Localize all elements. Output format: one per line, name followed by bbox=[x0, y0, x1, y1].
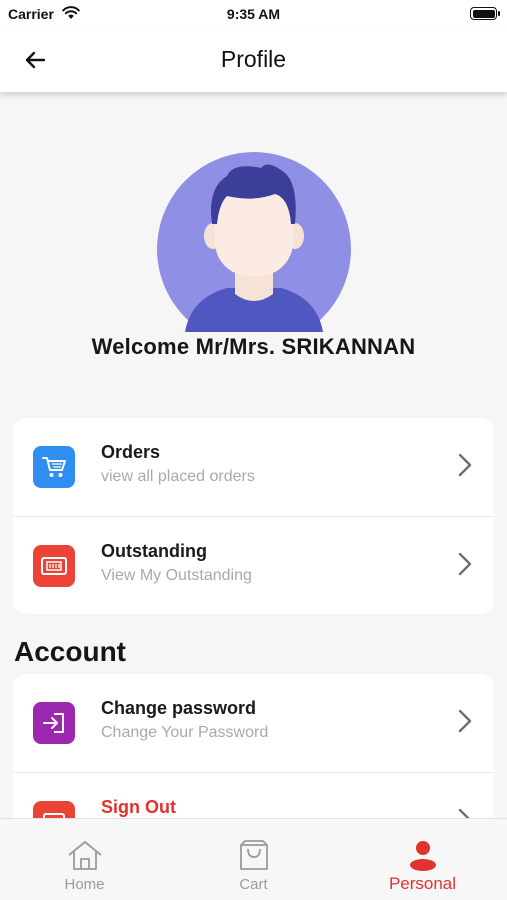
sign-out-title: Sign Out bbox=[101, 797, 176, 817]
page-title: Profile bbox=[220, 46, 287, 72]
person-icon bbox=[409, 841, 436, 871]
login-icon bbox=[33, 702, 75, 744]
status-bar: Carrier 9:35 AM bbox=[0, 0, 507, 28]
tab-cart[interactable]: Cart bbox=[169, 819, 338, 900]
tab-personal[interactable]: Personal bbox=[338, 819, 507, 900]
avatar bbox=[157, 152, 351, 332]
welcome-message: Welcome Mr/Mrs. SRIKANNAN bbox=[91, 334, 416, 359]
orders-subtitle: view all placed orders bbox=[101, 468, 255, 485]
bottom-tab-bar: Home Cart Personal bbox=[0, 818, 507, 900]
chevron-right-icon bbox=[458, 709, 472, 733]
ticket-icon bbox=[33, 545, 75, 587]
battery-icon bbox=[470, 7, 500, 20]
orders-item[interactable]: Orders view all placed orders bbox=[13, 418, 494, 516]
chevron-right-icon bbox=[458, 453, 472, 477]
orders-title: Orders bbox=[101, 442, 161, 462]
change-password-title: Change password bbox=[101, 698, 257, 718]
chevron-right-icon bbox=[458, 552, 472, 576]
change-password-item[interactable]: Change password Change Your Password bbox=[13, 674, 494, 772]
bag-icon bbox=[239, 840, 268, 870]
outstanding-title: Outstanding bbox=[101, 541, 207, 561]
tab-home[interactable]: Home bbox=[0, 819, 169, 900]
status-time: 9:35 AM bbox=[226, 6, 281, 22]
menu-card: Orders view all placed orders Outstandin… bbox=[13, 418, 494, 614]
tab-cart-label: Cart bbox=[239, 876, 268, 893]
outstanding-subtitle: View My Outstanding bbox=[101, 567, 252, 584]
tab-home-label: Home bbox=[64, 876, 105, 893]
cart-icon bbox=[33, 446, 75, 488]
outstanding-item[interactable]: Outstanding View My Outstanding bbox=[13, 516, 494, 614]
home-icon bbox=[67, 841, 102, 870]
account-card: Change password Change Your Password Sig… bbox=[13, 674, 494, 834]
tab-personal-label: Personal bbox=[388, 874, 457, 893]
account-section-title: Account bbox=[14, 636, 126, 667]
app-bar: Profile bbox=[0, 28, 507, 92]
change-password-subtitle: Change Your Password bbox=[101, 724, 269, 741]
